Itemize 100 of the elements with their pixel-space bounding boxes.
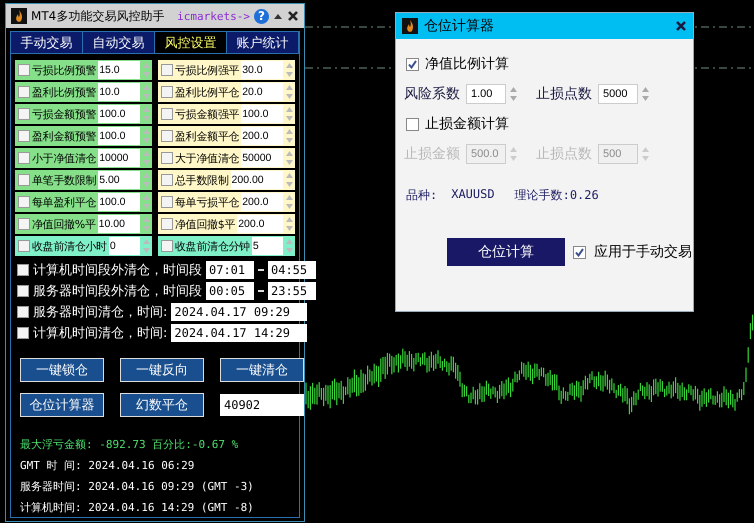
- checkbox[interactable]: [406, 58, 419, 70]
- rule-label: 每单盈利平仓: [32, 194, 96, 210]
- value-field[interactable]: 200.00: [230, 171, 283, 189]
- checkbox[interactable]: [161, 152, 173, 164]
- checkbox[interactable]: [161, 108, 173, 120]
- checkbox[interactable]: [573, 246, 586, 258]
- checkbox[interactable]: [17, 326, 29, 338]
- time-field[interactable]: 04:55: [268, 260, 316, 278]
- calculate-button[interactable]: 仓位计算: [447, 238, 565, 266]
- checkbox[interactable]: [161, 174, 173, 186]
- checkbox[interactable]: [161, 240, 173, 252]
- checkbox[interactable]: [18, 218, 30, 230]
- rule-label: 亏损金额强平: [175, 106, 240, 122]
- time-field[interactable]: 23:55: [268, 282, 316, 300]
- checkbox[interactable]: [18, 152, 30, 164]
- field-label: 止损点数: [536, 145, 592, 163]
- action-button[interactable]: 一键锁仓: [20, 358, 104, 382]
- spinner-icon[interactable]: [285, 105, 294, 123]
- flame-icon: [11, 8, 27, 24]
- datetime-field[interactable]: 2024.04.17 09:29: [171, 302, 308, 320]
- spinner-icon[interactable]: [285, 193, 294, 211]
- rule-label: 收盘前清仓小时: [32, 238, 107, 254]
- spinner-icon[interactable]: [285, 61, 294, 79]
- checkbox[interactable]: [18, 64, 30, 76]
- value-field[interactable]: 10000: [98, 149, 140, 167]
- spinner-icon[interactable]: [285, 237, 294, 255]
- value-field[interactable]: 30.0: [241, 61, 283, 79]
- broker-link[interactable]: icmarkets->: [177, 10, 250, 22]
- lots-text: 理论手数:0.26: [514, 187, 599, 204]
- rule-label: 小于净值清仓: [32, 150, 96, 166]
- rule-label: 收盘前清仓分钟: [175, 238, 250, 254]
- symbol-value: XAUUSD: [451, 187, 495, 203]
- tab[interactable]: 账户统计: [227, 32, 299, 53]
- field-label: 风险系数: [404, 85, 460, 103]
- value-field[interactable]: 0: [108, 237, 140, 255]
- value-field[interactable]: 10.0: [98, 83, 140, 101]
- checkbox[interactable]: [406, 118, 419, 130]
- checkbox[interactable]: [161, 86, 173, 98]
- checkbox[interactable]: [17, 306, 29, 318]
- checkbox[interactable]: [161, 64, 173, 76]
- spinner-icon[interactable]: [509, 85, 518, 103]
- value-field[interactable]: 20.0: [241, 83, 283, 101]
- magic-number-field[interactable]: 40902: [220, 394, 304, 416]
- checkbox[interactable]: [17, 264, 29, 276]
- value-field[interactable]: 5.00: [98, 171, 140, 189]
- checkbox[interactable]: [161, 196, 173, 208]
- spinner-icon[interactable]: [509, 145, 518, 163]
- checkbox[interactable]: [161, 218, 173, 230]
- time-text: GMT 时 间: 2024.04.16 06:29: [20, 458, 196, 473]
- close-icon[interactable]: [287, 10, 299, 22]
- value-field[interactable]: 100.0: [241, 105, 283, 123]
- value-field[interactable]: 15.0: [98, 61, 140, 79]
- flame-icon: [402, 18, 418, 34]
- checkbox[interactable]: [18, 108, 30, 120]
- value-field[interactable]: 10.00: [98, 215, 140, 233]
- checkbox[interactable]: [18, 240, 30, 252]
- value-field[interactable]: 50000: [241, 149, 283, 167]
- rule-label: 计算机时间清仓，时间:: [33, 324, 168, 342]
- spinner-icon[interactable]: [641, 85, 650, 103]
- checkbox[interactable]: [161, 130, 173, 142]
- help-button[interactable]: ?: [254, 8, 269, 24]
- spinner-icon[interactable]: [641, 145, 650, 163]
- checkbox[interactable]: [18, 174, 30, 186]
- number-field[interactable]: 1.00: [466, 84, 506, 104]
- window-title: MT4多功能交易风控助手: [31, 8, 164, 24]
- checkbox[interactable]: [18, 196, 30, 208]
- rule-label: 单笔手数限制: [32, 172, 96, 188]
- field-label: 止损金额: [404, 145, 460, 163]
- spinner-icon[interactable]: [285, 215, 294, 233]
- spinner-icon[interactable]: [142, 237, 151, 255]
- checkbox[interactable]: [18, 86, 30, 98]
- action-button[interactable]: 幻数平仓: [120, 393, 204, 417]
- action-button[interactable]: 一键反向: [120, 358, 204, 382]
- rule-label: 净值回撤%平: [32, 216, 96, 232]
- time-field[interactable]: 07:01: [206, 260, 254, 278]
- rule-label: 亏损比例预警: [32, 62, 96, 78]
- max-loss-text: 最大浮亏金额: -892.73 百分比:-0.67 %: [20, 437, 240, 452]
- caret-up-icon[interactable]: [273, 12, 283, 20]
- checkbox[interactable]: [17, 284, 29, 296]
- value-field[interactable]: 100.0: [98, 127, 140, 145]
- tab[interactable]: 手动交易: [11, 32, 83, 53]
- value-field[interactable]: 200.0: [241, 127, 283, 145]
- spinner-icon[interactable]: [285, 149, 294, 167]
- spinner-icon[interactable]: [285, 83, 294, 101]
- value-field[interactable]: 100.0: [98, 105, 140, 123]
- close-icon[interactable]: [675, 20, 687, 32]
- rule-label: 服务器时间清仓，时间:: [33, 304, 168, 320]
- spinner-icon[interactable]: [285, 127, 294, 145]
- number-field[interactable]: 5000: [598, 84, 638, 104]
- action-button[interactable]: 一键清仓: [220, 358, 304, 382]
- time-field[interactable]: 00:05: [206, 282, 254, 300]
- action-button[interactable]: 仓位计算器: [20, 393, 104, 417]
- value-field[interactable]: 200.0: [237, 215, 283, 233]
- value-field[interactable]: 100.0: [98, 193, 140, 211]
- spinner-icon[interactable]: [285, 171, 294, 189]
- datetime-field[interactable]: 2024.04.17 14:29: [171, 324, 308, 342]
- value-field[interactable]: 200.0: [241, 193, 283, 211]
- tab[interactable]: 自动交易: [83, 32, 155, 53]
- value-field[interactable]: 5: [252, 237, 283, 255]
- checkbox[interactable]: [18, 130, 30, 142]
